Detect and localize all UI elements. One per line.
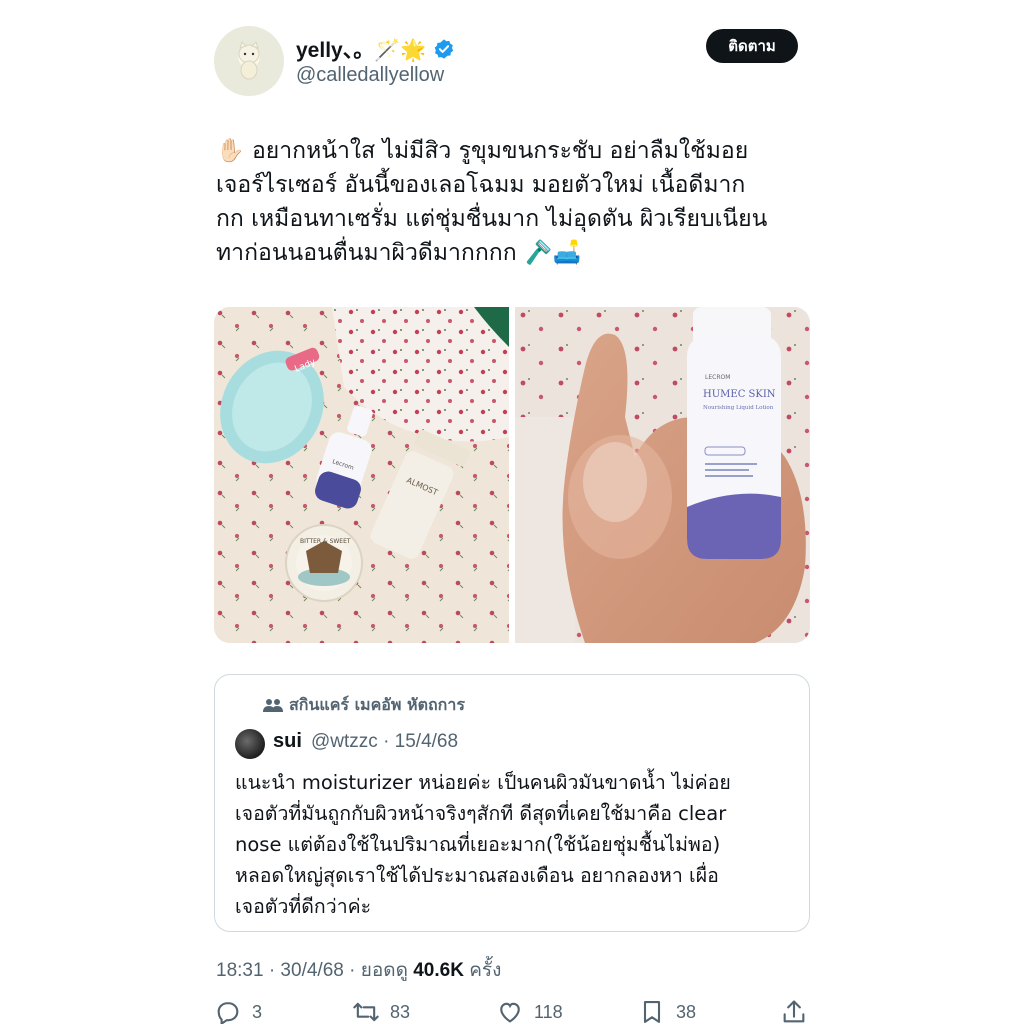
quoted-line: เจอตัวที่มันถูกกับผิวหน้าจริงๆสักที ดีสุ… — [235, 802, 727, 825]
share-button[interactable] — [780, 998, 808, 1024]
products-photo-illustration: Lady Lecrom ALMOST BITTER & SWEET — [214, 307, 509, 643]
view-count: 40.6K — [413, 960, 464, 981]
tweet-line: ✋🏻 อยากหน้าใส ไม่มีสิว รูขุมขนกระชับ อย่… — [216, 138, 749, 164]
hand-lotion-photo-illustration: LECROM HUMEC SKIN Nourishing Liquid Loti… — [515, 307, 810, 643]
author-handle[interactable]: @calledallyellow — [296, 64, 444, 87]
community-name: สกินแคร์ เมคอัพ หัตถการ — [289, 695, 465, 714]
quoted-line: nose แต่ต้องใช้ในปริมาณที่เยอะมาก(ใช้น้อ… — [235, 833, 721, 856]
tweet-line: ทาก่อนนอนตื่นมาผิวดีมากกกก 🪒🛋️ — [216, 240, 582, 266]
compact-label: BITTER & SWEET — [300, 538, 351, 545]
quoted-line: แนะนำ moisturizer หน่อยค่ะ เป็นคนผิวมันข… — [235, 771, 731, 794]
tweet-time-date[interactable]: 18:31 · 30/4/68 · ยอดดู — [216, 960, 413, 981]
tweet-line: กก เหมือนทาเซรั่ม แต่ชุ่มชื่นมาก ไม่อุดต… — [216, 206, 768, 232]
quoted-line: หลอดใหญ่สุดเราใช้ได้ประมาณสองเดือน อยากล… — [235, 864, 719, 887]
author-display-name[interactable]: yelly、。🪄🌟 — [296, 34, 455, 64]
bookmark-icon — [643, 1001, 661, 1023]
quoted-name[interactable]: sui — [273, 730, 302, 753]
bottle-brand: LECROM — [705, 374, 730, 381]
community-icon — [263, 698, 283, 712]
quoted-text: แนะนำ moisturizer หน่อยค่ะ เป็นคนผิวมันข… — [235, 767, 805, 922]
reply-icon — [217, 1002, 239, 1024]
reply-button[interactable]: 3 — [214, 998, 262, 1024]
media-photo-products[interactable]: Lady Lecrom ALMOST BITTER & SWEET — [214, 307, 509, 643]
tweet-timestamp-views: 18:31 · 30/4/68 · ยอดดู 40.6K ครั้ง — [216, 955, 501, 985]
quoted-handle-date: @wtzzc · 15/4/68 — [311, 731, 459, 752]
views-suffix: ครั้ง — [463, 960, 502, 981]
retweet-icon — [353, 1002, 379, 1022]
tweet-text: ✋🏻 อยากหน้าใส ไม่มีสิว รูขุมขนกระชับ อย่… — [216, 134, 806, 270]
tweet-media: Lady Lecrom ALMOST BITTER & SWEET LECROM… — [214, 307, 810, 643]
bottle-title: HUMEC SKIN — [703, 389, 776, 400]
follow-button[interactable]: ติดตาม — [706, 29, 798, 63]
tweet-actions: 3 83 118 38 — [214, 998, 814, 1024]
community-label[interactable]: สกินแคร์ เมคอัพ หัตถการ — [263, 693, 465, 718]
media-photo-hand-lotion[interactable]: LECROM HUMEC SKIN Nourishing Liquid Loti… — [515, 307, 810, 643]
quoted-avatar[interactable] — [235, 729, 265, 759]
retweet-count: 83 — [390, 1001, 411, 1022]
like-button[interactable]: 118 — [496, 998, 563, 1024]
quoted-line: เจอตัวที่ดีกว่าค่ะ — [235, 895, 372, 918]
verified-badge-icon — [434, 39, 453, 59]
bookmark-count: 38 — [676, 1001, 697, 1022]
kitty-plush-avatar-icon — [238, 41, 260, 80]
share-icon — [783, 1000, 805, 1023]
like-count: 118 — [534, 1001, 563, 1022]
bottle-subtitle: Nourishing Liquid Lotion — [703, 405, 774, 411]
reply-count: 3 — [252, 1001, 263, 1022]
bookmark-button[interactable]: 38 — [638, 998, 696, 1024]
retweet-button[interactable]: 83 — [352, 998, 410, 1024]
display-name-text: yelly、。🪄🌟 — [296, 39, 427, 62]
quoted-tweet[interactable]: สกินแคร์ เมคอัพ หัตถการ sui @wtzzc · 15/… — [214, 674, 810, 932]
author-avatar[interactable] — [214, 26, 284, 96]
tweet-line: เจอร์ไรเซอร์ อันนี้ของเลอโฉมม มอยตัวใหม่… — [216, 172, 746, 198]
heart-icon — [500, 1002, 520, 1023]
